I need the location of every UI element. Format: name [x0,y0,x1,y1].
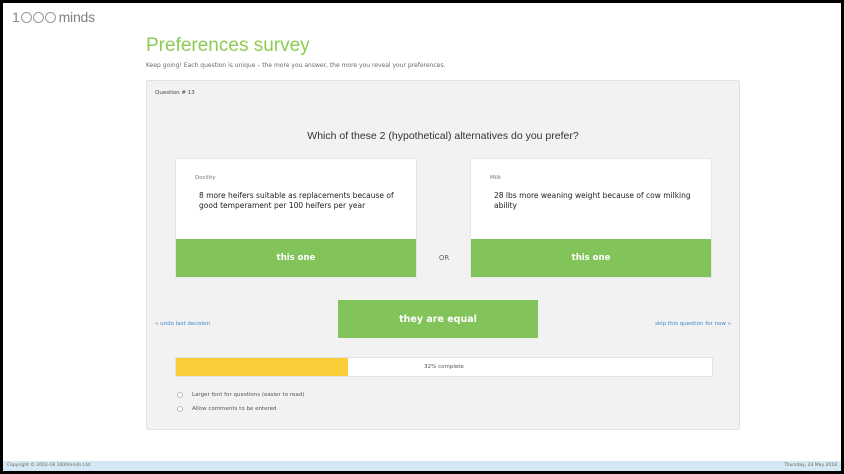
larger-font-checkbox[interactable] [177,392,183,398]
question-number: Question # 13 [155,90,195,96]
larger-font-label: Larger font for questions (easier to rea… [192,392,305,398]
progress-label: 32% complete [424,364,464,370]
logo-number: 1 [12,9,20,25]
alternative-card-right: Milk 28 lbs more weaning weight because … [470,158,712,278]
logo-circle-icon [44,11,56,23]
undo-last-decision-link[interactable]: « undo last decision [155,321,210,327]
alternative-description: 28 lbs more weaning weight because of co… [494,191,691,210]
footer-bar: Copyright © 2002-18 1000minds Ltd Thursd… [3,461,841,471]
choose-right-button[interactable]: this one [471,239,711,277]
logo-circle-icon [32,11,44,23]
progress-bar: 32% complete [175,357,713,377]
criterion-label: Docility [195,175,216,181]
logo-mark: 1 [12,9,57,25]
alternative-card-left: Docility 8 more heifers suitable as repl… [175,158,417,278]
app-logo[interactable]: 1 minds [12,9,95,26]
they-are-equal-button[interactable]: they are equal [338,300,538,338]
logo-text: minds [58,9,96,25]
allow-comments-label: Allow comments to be entered [192,406,277,412]
app-window: 1 minds Preferences survey Keep going! E… [3,3,841,471]
footer-date: Thursday, 24 May 2018 [783,463,837,468]
question-text: Which of these 2 (hypothetical) alternat… [307,130,579,142]
allow-comments-option[interactable]: Allow comments to be entered [177,406,277,412]
choose-left-button[interactable]: this one [176,239,416,277]
logo-circle-icon [20,11,32,23]
criterion-label: Milk [490,175,501,181]
page-subtitle: Keep going! Each question is unique – th… [146,62,446,69]
page-title: Preferences survey [146,35,310,56]
allow-comments-checkbox[interactable] [177,406,183,412]
footer-copyright: Copyright © 2002-18 1000minds Ltd [7,463,91,468]
larger-font-option[interactable]: Larger font for questions (easier to rea… [177,392,304,398]
skip-question-link[interactable]: skip this question for now » [655,321,731,327]
or-separator: OR [438,254,450,262]
survey-panel: Question # 13 Which of these 2 (hypothet… [146,80,740,430]
alternative-description: 8 more heifers suitable as replacements … [199,191,394,210]
